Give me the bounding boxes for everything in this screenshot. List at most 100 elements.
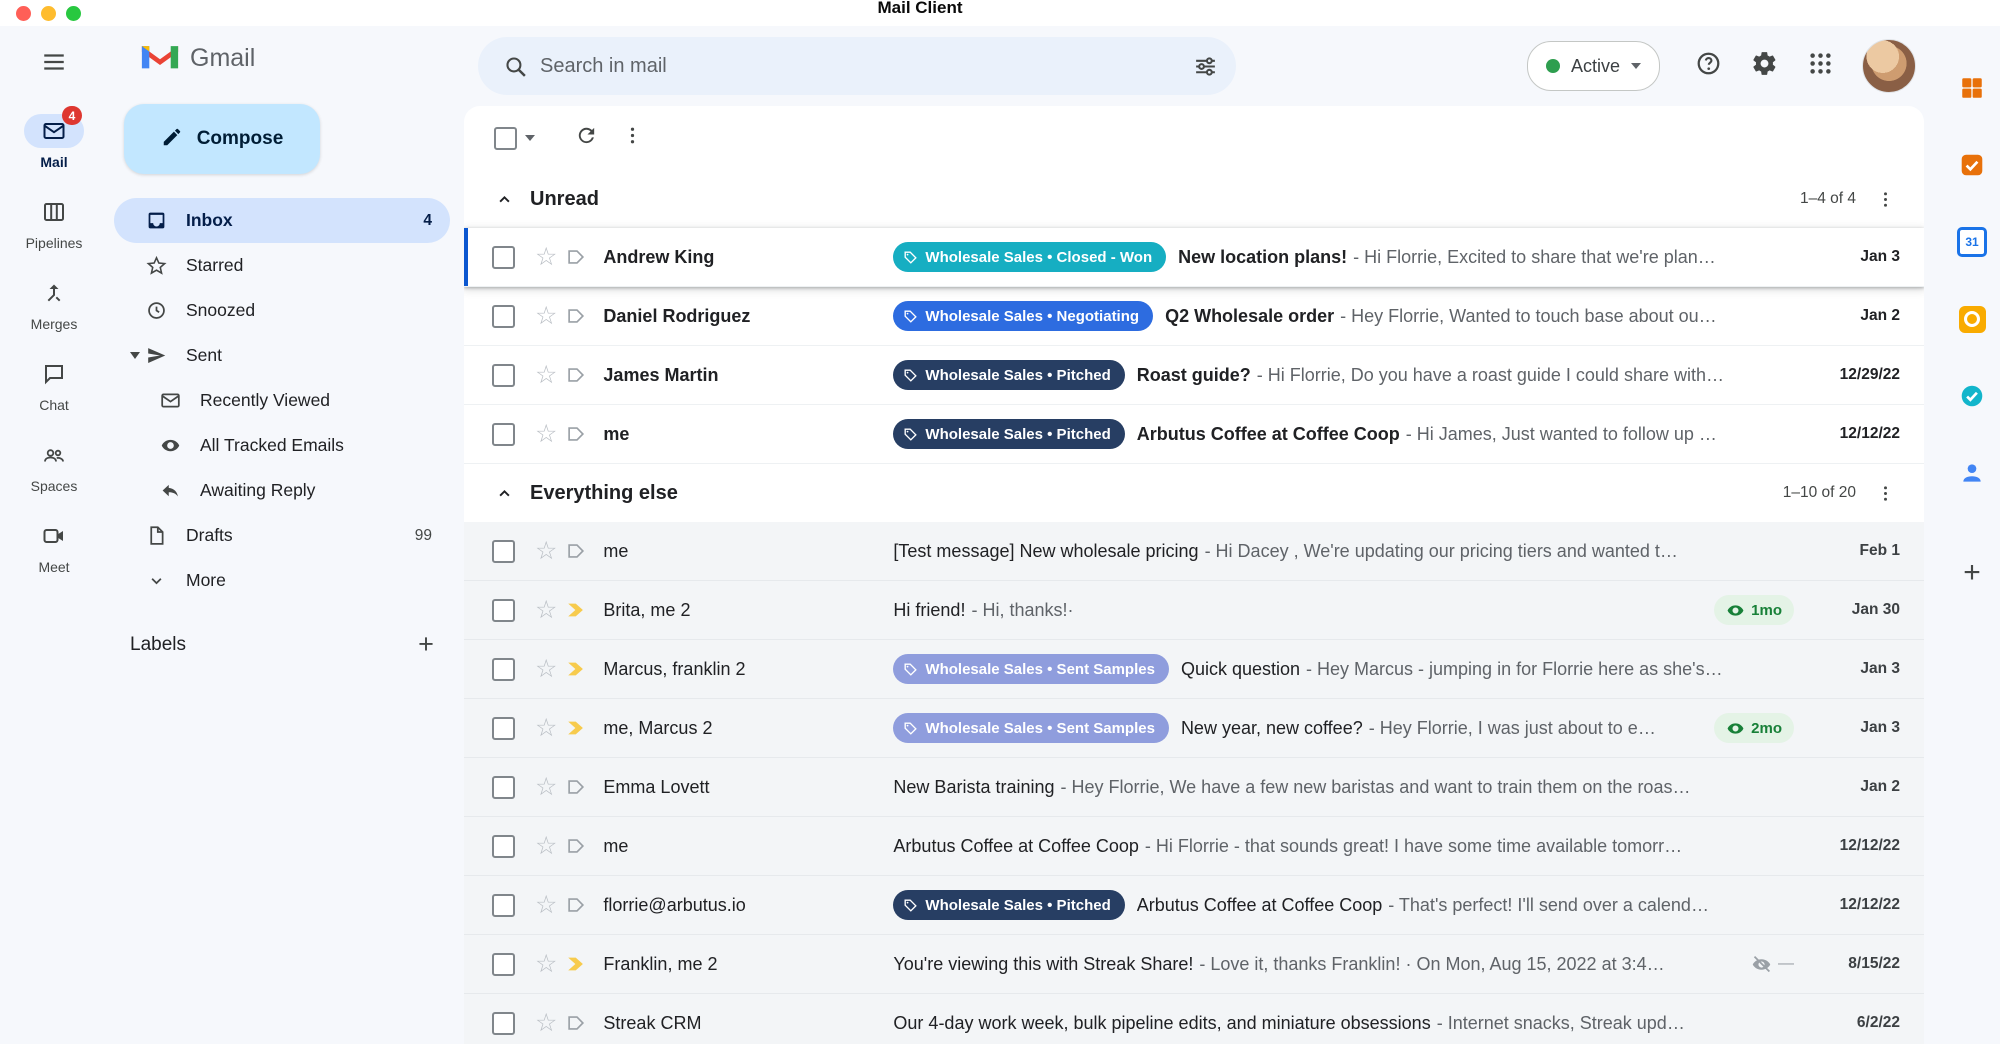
status-dropdown[interactable]: Active — [1527, 41, 1660, 91]
rail-item-chat[interactable]: Chat — [24, 357, 84, 413]
email-row[interactable]: ☆Andrew KingWholesale Sales • Closed - W… — [464, 228, 1924, 287]
section-more-icon[interactable] — [1864, 472, 1906, 514]
date: 8/15/22 — [1806, 955, 1910, 973]
refresh-button[interactable] — [563, 115, 609, 161]
email-row[interactable]: ☆Emma LovettNew Barista training- Hey Fl… — [464, 758, 1924, 817]
sidebar-item-all-tracked-emails[interactable]: All Tracked Emails — [114, 423, 450, 468]
window-zoom-button[interactable] — [66, 6, 81, 21]
sidebar-item-drafts[interactable]: Drafts99 — [114, 513, 450, 558]
search-icon[interactable] — [492, 43, 538, 89]
header-actions: Active — [1527, 39, 1944, 93]
apps-button[interactable] — [1796, 42, 1844, 90]
snippet: - Hey Florrie, Wanted to touch base abou… — [1340, 306, 1717, 326]
view-tracking-badge[interactable]: 1mo — [1714, 595, 1794, 625]
row-checkbox[interactable] — [492, 540, 515, 563]
streak-tasks-icon[interactable] — [1952, 145, 1992, 185]
keep-icon[interactable] — [1952, 299, 1992, 339]
main-menu-button[interactable] — [30, 40, 78, 88]
rail-item-merges[interactable]: Merges — [24, 276, 84, 332]
streak-pipelines-icon[interactable] — [1952, 68, 1992, 108]
row-checkbox[interactable] — [492, 364, 515, 387]
row-checkbox[interactable] — [492, 894, 515, 917]
star-icon[interactable]: ☆ — [535, 952, 557, 977]
star-icon[interactable]: ☆ — [535, 657, 557, 682]
select-all-checkbox[interactable] — [494, 127, 517, 150]
search-options-icon[interactable] — [1182, 43, 1228, 89]
pipeline-stage-badge[interactable]: Wholesale Sales • Pitched — [893, 890, 1124, 920]
star-icon[interactable]: ☆ — [535, 598, 557, 623]
star-icon[interactable]: ☆ — [535, 893, 557, 918]
star-icon[interactable]: ☆ — [535, 834, 557, 859]
star-icon[interactable]: ☆ — [535, 304, 557, 329]
pipeline-stage-badge[interactable]: Wholesale Sales • Sent Samples — [893, 654, 1169, 684]
email-row[interactable]: ☆Brita, me 2Hi friend!- Hi, thanks!·1moJ… — [464, 581, 1924, 640]
settings-button[interactable] — [1740, 42, 1788, 90]
email-row[interactable]: ☆me, Marcus 2Wholesale Sales • Sent Samp… — [464, 699, 1924, 758]
row-checkbox[interactable] — [492, 423, 515, 446]
avatar[interactable] — [1862, 39, 1916, 93]
email-row[interactable]: ☆florrie@arbutus.ioWholesale Sales • Pit… — [464, 876, 1924, 935]
sidebar-item-label: Sent — [186, 345, 432, 366]
search-input[interactable] — [538, 54, 1182, 79]
row-checkbox[interactable] — [492, 776, 515, 799]
rail-item-meet[interactable]: Meet — [24, 519, 84, 575]
sidebar-item-count: 99 — [415, 527, 432, 545]
pipeline-stage-badge[interactable]: Wholesale Sales • Negotiating — [893, 301, 1153, 331]
email-row[interactable]: ☆meArbutus Coffee at Coffee Coop- Hi Flo… — [464, 817, 1924, 876]
collapse-section-icon[interactable] — [494, 483, 526, 504]
view-tracking-badge[interactable]: 2mo — [1714, 713, 1794, 743]
pipeline-stage-badge[interactable]: Wholesale Sales • Pitched — [893, 360, 1124, 390]
row-checkbox[interactable] — [492, 717, 515, 740]
sidebar-item-awaiting-reply[interactable]: Awaiting Reply — [114, 468, 450, 513]
email-row[interactable]: ☆me[Test message] New wholesale pricing-… — [464, 522, 1924, 581]
star-icon[interactable]: ☆ — [535, 422, 557, 447]
email-row[interactable]: ☆James MartinWholesale Sales • PitchedRo… — [464, 346, 1924, 405]
email-row[interactable]: ☆Streak CRMOur 4-day work week, bulk pip… — [464, 994, 1924, 1044]
window-close-button[interactable] — [16, 6, 31, 21]
calendar-icon[interactable]: 31 — [1952, 222, 1992, 262]
row-checkbox[interactable] — [492, 305, 515, 328]
pipeline-stage-badge[interactable]: Wholesale Sales • Sent Samples — [893, 713, 1169, 743]
section-more-icon[interactable] — [1864, 178, 1906, 220]
expander-icon[interactable] — [130, 352, 140, 359]
sidebar-item-recently-viewed[interactable]: Recently Viewed — [114, 378, 450, 423]
star-icon[interactable]: ☆ — [535, 716, 557, 741]
row-checkbox[interactable] — [492, 835, 515, 858]
row-checkbox[interactable] — [492, 953, 515, 976]
email-row[interactable]: ☆Marcus, franklin 2Wholesale Sales • Sen… — [464, 640, 1924, 699]
row-checkbox[interactable] — [492, 246, 515, 269]
row-checkbox[interactable] — [492, 658, 515, 681]
star-icon[interactable]: ☆ — [535, 363, 557, 388]
add-label-button[interactable]: + — [408, 631, 444, 658]
pipeline-stage-badge[interactable]: Wholesale Sales • Pitched — [893, 419, 1124, 449]
select-dropdown-icon[interactable] — [525, 135, 535, 141]
tasks-icon[interactable] — [1952, 376, 1992, 416]
star-icon[interactable]: ☆ — [535, 539, 557, 564]
search-bar[interactable] — [478, 37, 1236, 95]
sidebar-item-more[interactable]: More — [114, 558, 450, 603]
email-row[interactable]: ☆Franklin, me 2You're viewing this with … — [464, 935, 1924, 994]
row-checkbox[interactable] — [492, 1012, 515, 1035]
rail-item-mail[interactable]: 4Mail — [24, 114, 84, 170]
help-button[interactable] — [1684, 42, 1732, 90]
contacts-icon[interactable] — [1952, 453, 1992, 493]
pipeline-stage-badge[interactable]: Wholesale Sales • Closed - Won — [893, 242, 1166, 272]
email-row[interactable]: ☆Daniel RodriguezWholesale Sales • Negot… — [464, 287, 1924, 346]
star-icon[interactable]: ☆ — [535, 245, 557, 270]
window-minimize-button[interactable] — [41, 6, 56, 21]
sidebar-item-inbox[interactable]: Inbox4 — [114, 198, 450, 243]
email-row[interactable]: ☆meWholesale Sales • PitchedArbutus Coff… — [464, 405, 1924, 464]
collapse-section-icon[interactable] — [494, 189, 526, 210]
star-icon[interactable]: ☆ — [535, 775, 557, 800]
sidebar-item-snoozed[interactable]: Snoozed — [114, 288, 450, 333]
star-icon[interactable]: ☆ — [535, 1011, 557, 1036]
more-button[interactable] — [609, 115, 655, 161]
sidebar-item-sent[interactable]: Sent — [114, 333, 450, 378]
row-checkbox[interactable] — [492, 599, 515, 622]
rail-item-pipelines[interactable]: Pipelines — [24, 195, 84, 251]
get-addons-button[interactable]: + — [1963, 558, 1981, 588]
compose-button[interactable]: Compose — [124, 104, 320, 174]
importance-marker-icon — [565, 953, 593, 975]
rail-item-spaces[interactable]: Spaces — [24, 438, 84, 494]
sidebar-item-starred[interactable]: Starred — [114, 243, 450, 288]
